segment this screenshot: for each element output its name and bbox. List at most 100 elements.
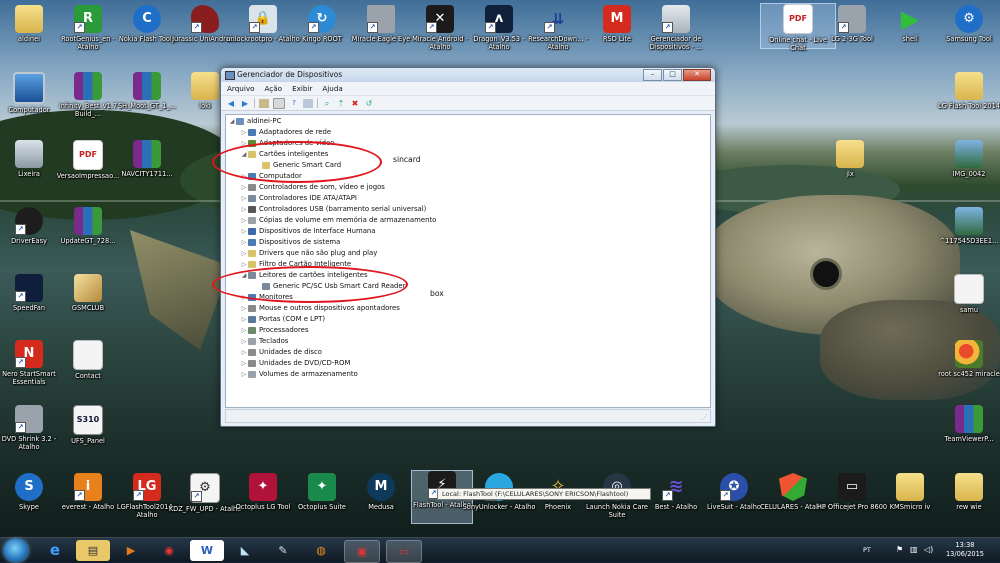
desktop-icon-gerenciador[interactable]: ↗ Gerenciador de Dispositivos - ... <box>639 5 713 51</box>
driver-easy-icon: ↗ <box>15 207 43 235</box>
desktop-icon-jlx[interactable]: jlx <box>813 140 887 178</box>
clock[interactable]: 13:38 13/06/2015 <box>940 541 990 559</box>
menu-arquivo[interactable]: Arquivo <box>227 84 255 93</box>
tree-item[interactable]: ▷ Adaptadores de rede <box>240 127 331 138</box>
tree-item[interactable]: ▷ Teclados <box>240 336 288 347</box>
lg-icon: LG ↗ <box>133 473 161 501</box>
desktop-icon-medusa[interactable]: M Medusa <box>344 473 418 511</box>
taskbar-app-icon[interactable]: ▣ <box>344 540 380 563</box>
tree-item[interactable]: ▷ Controladores IDE ATA/ATAPI <box>240 193 357 204</box>
desktop-icon-lgflashtool2014[interactable]: LG Flash Tool 2014 <box>932 72 1000 110</box>
expand-arrow-icon: ▷ <box>241 305 247 312</box>
tree-item[interactable]: ▷ Mouse e outros dispositivos apontadores <box>240 303 400 314</box>
show-hide-icon[interactable] <box>273 97 285 109</box>
rootgenius-icon: R ↗ <box>74 5 102 33</box>
menu-acao[interactable]: Ação <box>265 84 283 93</box>
chrome-icon[interactable]: ◉ <box>152 540 186 561</box>
expand-arrow-icon: ▷ <box>241 338 247 345</box>
computer-icon <box>236 118 244 125</box>
tree-item[interactable]: ▷ Unidades de DVD/CD-ROM <box>240 358 350 369</box>
expand-arrow-icon: ▷ <box>241 217 247 224</box>
device-manager-taskbar-icon[interactable]: ▭ <box>386 540 422 563</box>
window-titlebar[interactable]: Gerenciador de Dispositivos – □ ✕ <box>221 68 715 82</box>
desktop-icon-samsungtool[interactable]: ⚙ Samsung Tool <box>932 5 1000 43</box>
firefox-icon[interactable]: ◍ <box>304 540 338 561</box>
play-icon: ▶ <box>900 5 920 33</box>
nero-icon: N ↗ <box>15 340 43 368</box>
tree-item[interactable]: ▷ Unidades de disco <box>240 347 322 358</box>
menu-exibir[interactable]: Exibir <box>292 84 312 93</box>
resize-grip-icon[interactable]: ⋰ <box>701 413 708 421</box>
desktop-icon-ufspanel[interactable]: S310 UFS_Panel <box>51 405 125 445</box>
flag-icon[interactable]: ⚑ <box>896 545 903 554</box>
menu-bar: Arquivo Ação Exibir Ajuda <box>221 82 715 96</box>
start-button[interactable] <box>4 539 28 562</box>
text-file-icon <box>73 340 103 370</box>
tree-item[interactable]: ▷ Cópias de volume em memória de armazena… <box>240 215 436 226</box>
sound-icon <box>248 184 256 191</box>
desktop-icon-gsmclub[interactable]: GSMCLUB <box>51 274 125 312</box>
tree-item[interactable]: ▷ Volumes de armazenamento <box>240 369 358 380</box>
close-button[interactable]: ✕ <box>683 69 711 81</box>
desktop-icon-rootsc452[interactable]: root sc452 miracle <box>932 340 1000 378</box>
console-icon[interactable] <box>303 98 313 108</box>
paint-icon[interactable]: ✎ <box>266 540 300 561</box>
desktop-icon-img0042[interactable]: IMG_0042 <box>932 140 1000 178</box>
update-driver-icon[interactable]: ⇡ <box>336 99 346 108</box>
uninstall-icon[interactable]: ✖ <box>350 99 360 108</box>
rar-archive-icon <box>74 72 102 100</box>
gsmclub-icon <box>74 274 102 302</box>
tree-item[interactable]: ▷ Portas (COM e LPT) <box>240 314 325 325</box>
desktop-icon-updategt[interactable]: UpdateGT_728... <box>51 207 125 245</box>
media-player-icon[interactable]: ▶ <box>114 540 148 561</box>
tree-item[interactable]: ▷ Controladores de som, vídeo e jogos <box>240 182 385 193</box>
volume-icon[interactable]: ◁) <box>924 545 933 554</box>
enable-device-icon[interactable]: ↺ <box>364 99 374 108</box>
fan-icon: ↗ <box>15 274 43 302</box>
status-bar: ⋰ <box>225 409 711 423</box>
maximize-button[interactable]: □ <box>663 69 682 81</box>
tree-item[interactable]: ▷ Dispositivos de sistema <box>240 237 340 248</box>
shortcut-tooltip: Local: FlashTool (F:\CELULARES\SONY ERIC… <box>437 488 651 500</box>
folder-icon <box>15 5 43 33</box>
dragon-icon: ᴧ ↗ <box>485 5 513 33</box>
tree-root[interactable]: ◢ aldinei-PC <box>228 116 281 127</box>
kdz-tool-icon: ⚙ ↗ <box>190 473 220 503</box>
expand-arrow-icon: ▷ <box>241 129 247 136</box>
desktop-icon-contact[interactable]: Contact <box>51 340 125 380</box>
help-icon[interactable]: ? <box>289 99 299 108</box>
annotation-ellipse-smart-card <box>212 141 382 183</box>
pdf-icon: PDF <box>783 4 813 34</box>
dvd-shrink-icon: ↗ <box>15 405 43 433</box>
properties-icon[interactable] <box>259 98 269 108</box>
file-explorer-icon[interactable]: ▤ <box>76 540 110 561</box>
device-manager-window[interactable]: Gerenciador de Dispositivos – □ ✕ Arquiv… <box>220 67 716 427</box>
collapse-arrow-icon: ◢ <box>229 118 235 125</box>
desktop-icon-navcity[interactable]: NAVCITY1711... <box>110 140 184 178</box>
expand-arrow-icon: ▷ <box>241 184 247 191</box>
notes-icon[interactable]: ◣ <box>228 540 262 561</box>
tree-item[interactable]: ▷ Controladores USB (barramento serial un… <box>240 204 426 215</box>
tree-item[interactable]: ▷ Processadores <box>240 325 308 336</box>
menu-ajuda[interactable]: Ajuda <box>322 84 342 93</box>
desktop-icon-teamviewer[interactable]: TeamViewerP... <box>932 405 1000 443</box>
back-icon[interactable]: ◀ <box>226 99 236 108</box>
mouse-icon <box>248 305 256 312</box>
desktop-icon-rewwie[interactable]: rew wie <box>932 473 1000 511</box>
rar-archive-icon <box>955 405 983 433</box>
minimize-button[interactable]: – <box>643 69 662 81</box>
forward-icon[interactable]: ▶ <box>240 99 250 108</box>
desktop-icon-img17545[interactable]: ^117545D3EE1... <box>932 207 1000 245</box>
tree-item[interactable]: ▷ Dispositivos de Interface Humana <box>240 226 376 237</box>
word-icon[interactable]: W <box>190 540 224 561</box>
internet-explorer-icon[interactable]: e <box>38 540 72 561</box>
desktop-icon-samu[interactable]: samu <box>932 274 1000 314</box>
volume-shadow-icon <box>248 217 256 224</box>
printer-icon: ▭ <box>838 473 866 501</box>
network-icon[interactable]: ▥ <box>910 545 918 554</box>
folder-icon <box>955 473 983 501</box>
tree-item[interactable]: ▷ Drivers que não são plug and play <box>240 248 377 259</box>
driver-icon <box>248 250 256 257</box>
language-indicator[interactable]: PT <box>863 546 871 554</box>
scan-hardware-icon[interactable]: ⌕ <box>322 99 332 108</box>
